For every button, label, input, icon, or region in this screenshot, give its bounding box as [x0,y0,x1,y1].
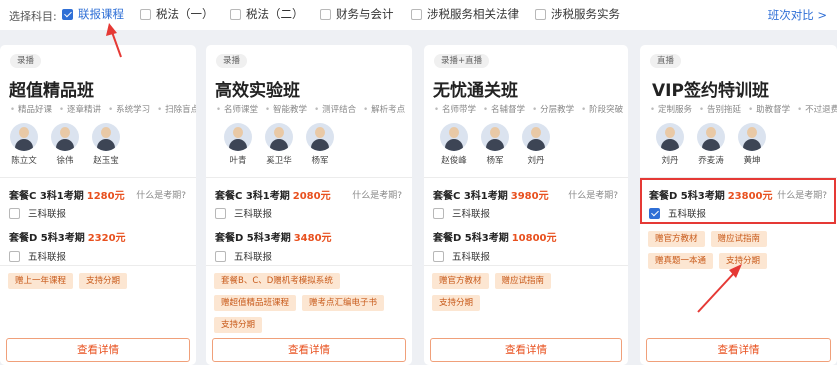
arrow-up-icon [106,23,122,58]
annotation-arrows [106,23,742,313]
arrow-up-right-icon [697,264,742,313]
